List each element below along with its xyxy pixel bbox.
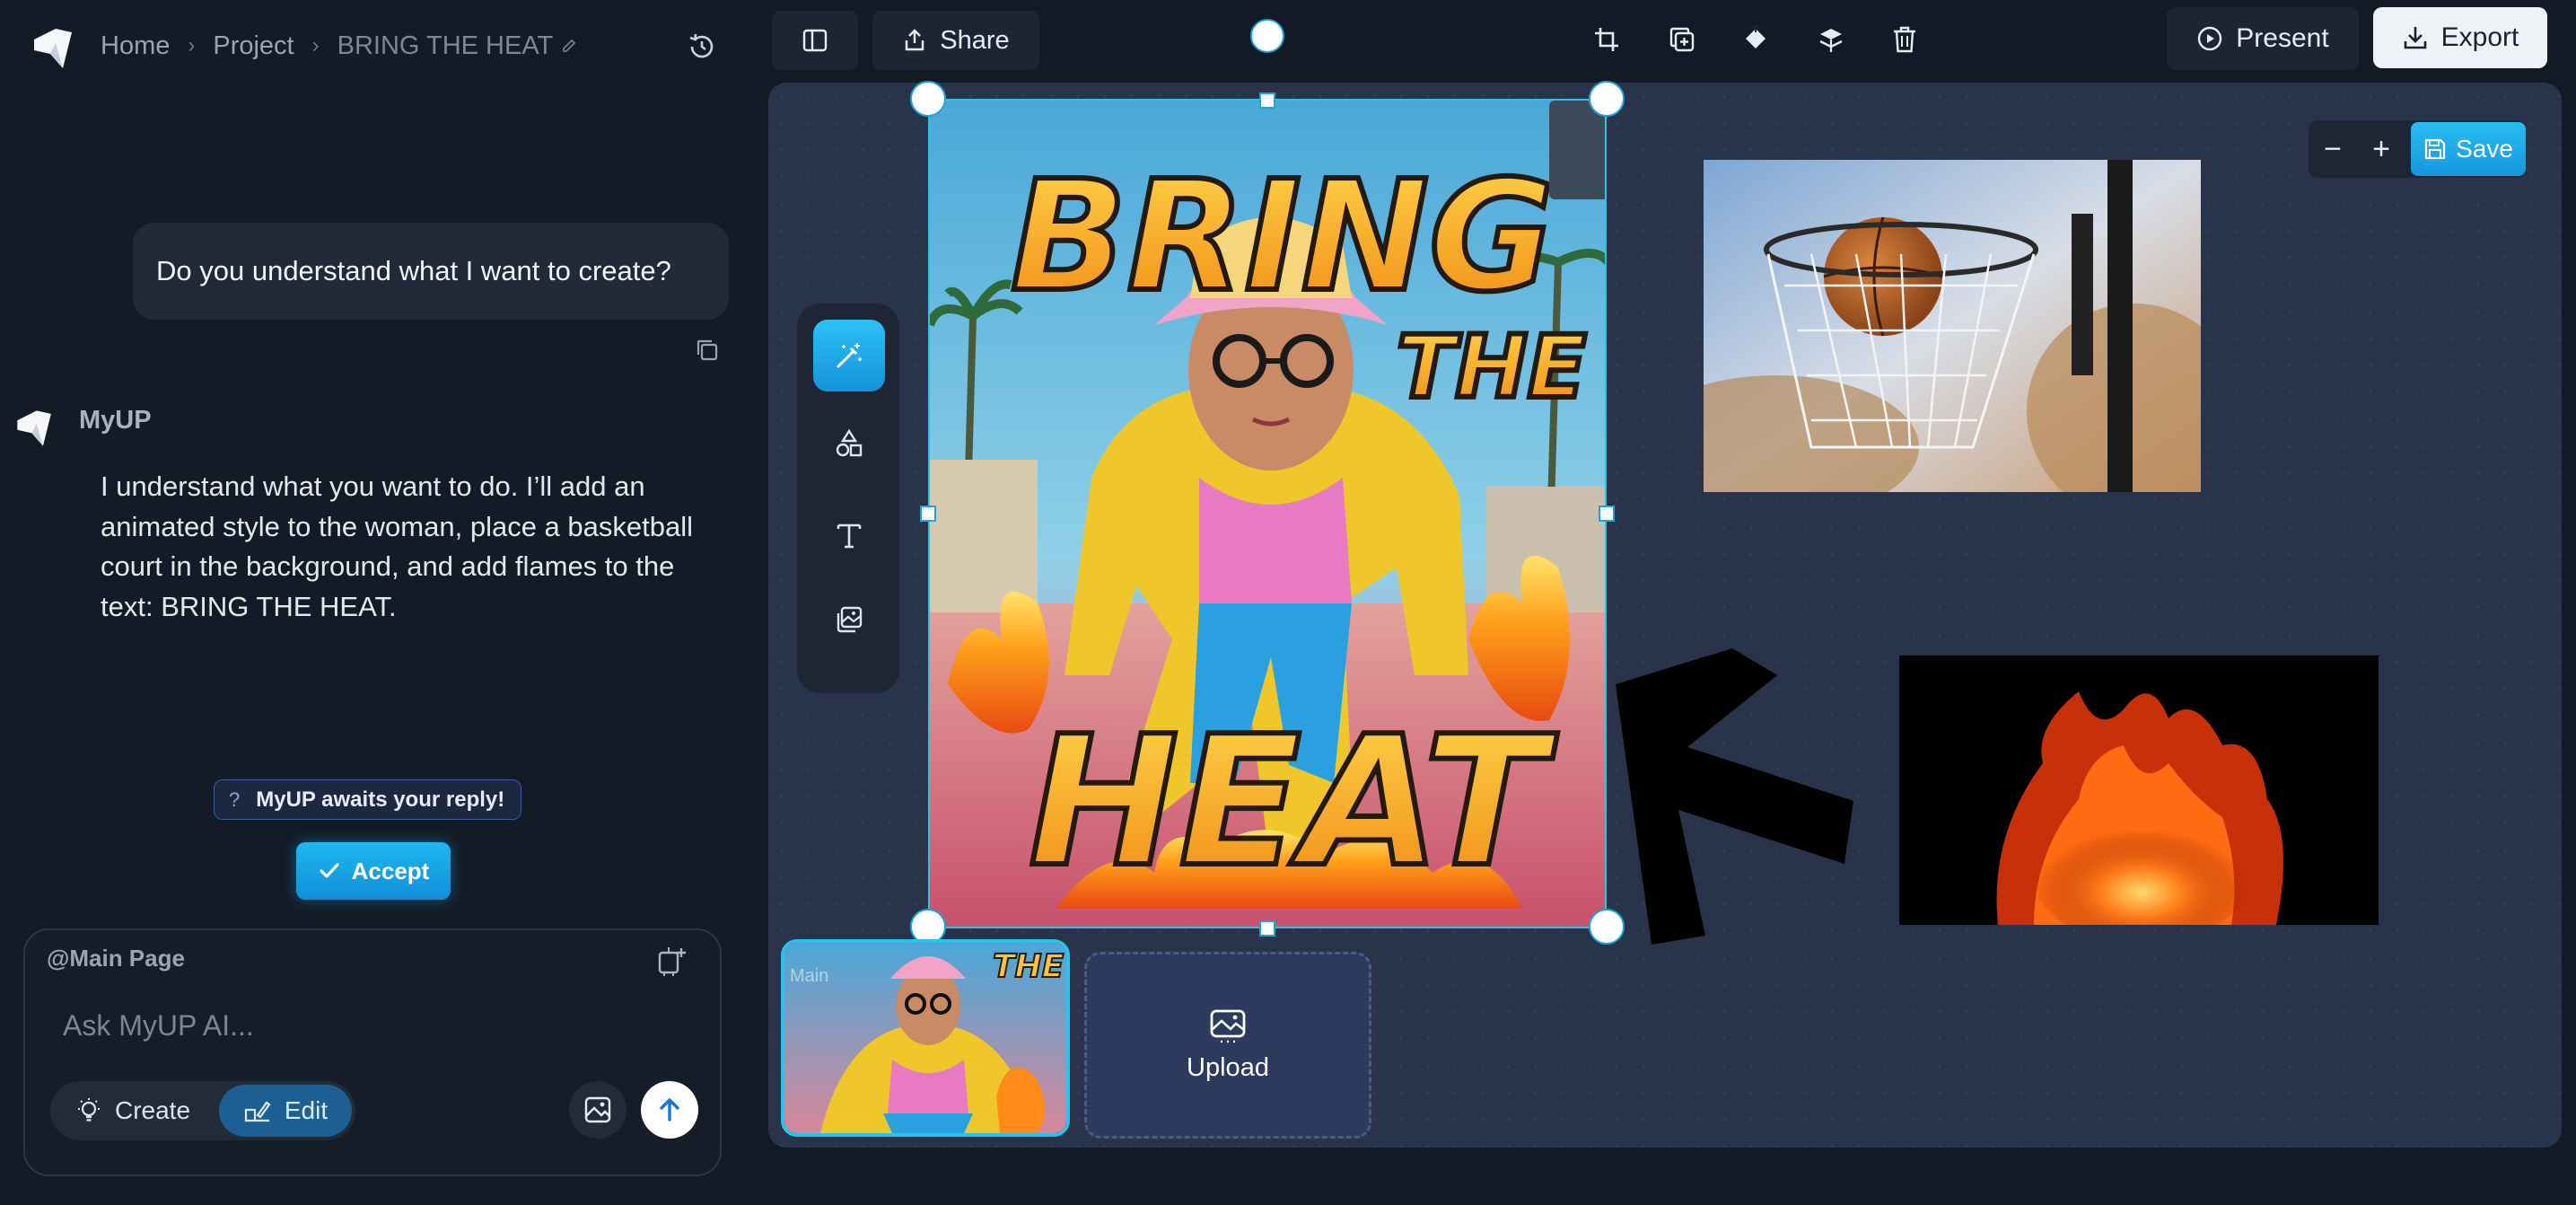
fire-image[interactable]	[1899, 655, 2379, 925]
save-button[interactable]: Save	[2411, 122, 2526, 176]
chevron-right-icon: ›	[311, 33, 320, 57]
add-frame-icon[interactable]	[655, 945, 688, 977]
duplicate-icon[interactable]	[1662, 20, 1702, 59]
resize-handle-top[interactable]	[1259, 92, 1275, 109]
check-icon	[320, 863, 339, 878]
chevron-right-icon: ›	[188, 33, 196, 57]
save-label: Save	[2456, 135, 2513, 163]
page-thumbnail-label: Main	[790, 966, 829, 986]
poster-title-the: THE	[1397, 317, 1586, 418]
resize-handle-left[interactable]	[920, 506, 936, 522]
present-label: Present	[2236, 23, 2329, 53]
app-logo-icon[interactable]	[29, 23, 79, 74]
arrow-up-icon	[660, 1098, 679, 1121]
breadcrumb-home[interactable]: Home	[101, 31, 170, 61]
breadcrumb-project[interactable]: Project	[213, 31, 294, 61]
copy-icon[interactable]	[693, 336, 722, 365]
upload-button[interactable]: Upload	[1084, 952, 1371, 1139]
edit-mode-label: Edit	[284, 1096, 329, 1124]
shapes-icon[interactable]	[813, 408, 885, 479]
upload-image-icon	[1210, 1009, 1246, 1042]
share-icon	[906, 29, 924, 51]
await-reply-text: MyUP awaits your reply!	[256, 787, 505, 812]
lightbulb-icon	[77, 1098, 100, 1121]
play-circle-icon	[2198, 26, 2222, 51]
resize-handle-top-right[interactable]	[1589, 81, 1625, 117]
export-button[interactable]: Export	[2373, 7, 2547, 68]
bot-message: I understand what you want to do. I’ll a…	[101, 471, 693, 622]
images-icon[interactable]	[813, 584, 885, 655]
sidebar-icon	[802, 29, 828, 52]
attach-image-button[interactable]	[569, 1081, 626, 1139]
edit-mode-icon	[244, 1101, 271, 1122]
zoom-out-button[interactable]: −	[2312, 124, 2353, 174]
trash-icon[interactable]	[1885, 20, 1924, 59]
rotate-handle[interactable]	[1250, 19, 1284, 53]
thumb-title-the: THE	[993, 948, 1065, 985]
download-icon	[2404, 27, 2426, 49]
share-label: Share	[940, 25, 1010, 55]
image-icon	[584, 1096, 611, 1123]
chat-input[interactable]	[63, 1004, 601, 1047]
arrow-shape[interactable]	[1598, 648, 1867, 954]
basketball-hoop-image[interactable]	[1704, 160, 2201, 492]
send-button[interactable]	[641, 1081, 698, 1139]
crop-icon[interactable]	[1587, 20, 1626, 59]
create-mode-button[interactable]: Create	[56, 1085, 210, 1137]
bring-forward-icon[interactable]	[1736, 20, 1775, 59]
present-button[interactable]: Present	[2167, 7, 2359, 70]
floppy-disk-icon	[2424, 138, 2446, 160]
create-mode-label: Create	[114, 1096, 191, 1124]
user-message: Do you understand what I want to create?	[133, 223, 729, 320]
text-icon[interactable]	[813, 499, 885, 571]
await-reply-badge: ? MyUP awaits your reply!	[214, 779, 522, 820]
accept-label: Accept	[351, 857, 430, 884]
accept-button[interactable]: Accept	[296, 842, 451, 900]
share-button[interactable]: Share	[872, 11, 1039, 70]
resize-handle-bottom[interactable]	[1259, 920, 1275, 937]
magic-wand-icon[interactable]	[813, 320, 885, 391]
bot-avatar-icon	[13, 406, 57, 451]
pencil-icon[interactable]	[560, 37, 578, 55]
question-icon: ?	[229, 787, 241, 811]
resize-handle-top-left[interactable]	[910, 81, 946, 117]
export-label: Export	[2440, 22, 2519, 52]
poster-title-heat: HEAT	[1029, 698, 1558, 907]
send-backward-icon[interactable]	[1811, 20, 1851, 59]
breadcrumb: Home › Project › BRING THE HEAT	[101, 27, 578, 65]
sidebar-toggle-button[interactable]	[772, 11, 858, 70]
bot-name: MyUP	[79, 406, 152, 435]
breadcrumb-current[interactable]: BRING THE HEAT	[337, 31, 554, 61]
edit-mode-button[interactable]: Edit	[219, 1085, 352, 1137]
tool-rail	[797, 303, 899, 693]
history-icon[interactable]	[682, 27, 722, 66]
poster-image[interactable]: BRING THE HEAT	[928, 99, 1607, 928]
resize-handle-right[interactable]	[1599, 506, 1615, 522]
poster-title-bring: BRING	[1011, 148, 1555, 326]
zoom-in-button[interactable]: +	[2361, 124, 2402, 174]
upload-label: Upload	[1187, 1052, 1269, 1082]
page-context-tag[interactable]: @Main Page	[47, 945, 185, 972]
